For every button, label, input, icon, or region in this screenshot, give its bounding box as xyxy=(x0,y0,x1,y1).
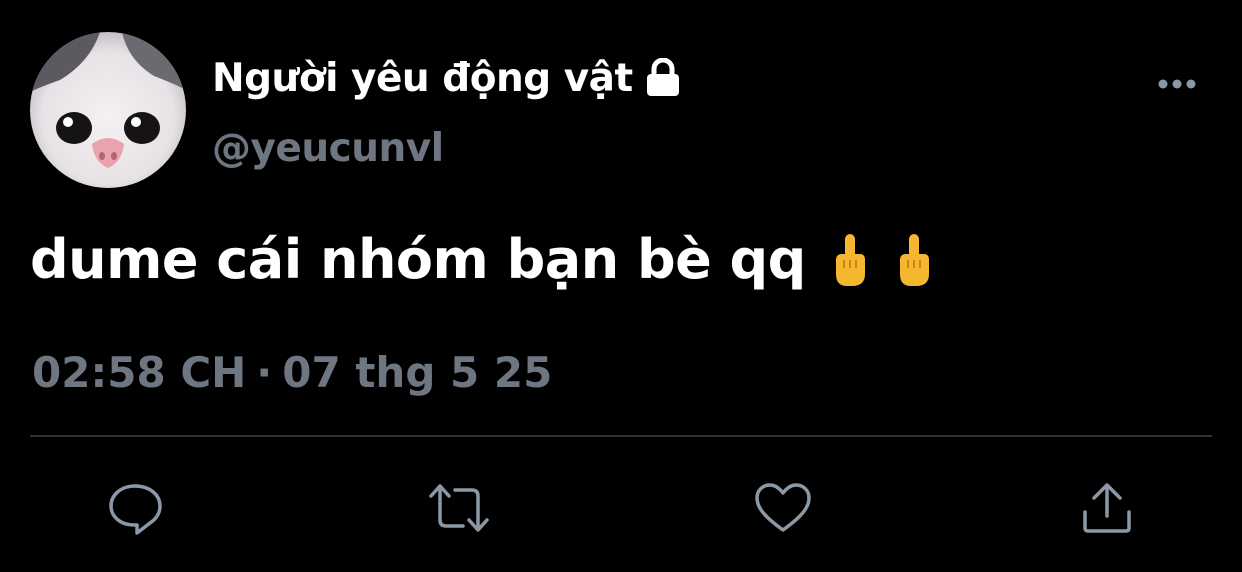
reply-button[interactable] xyxy=(103,478,167,538)
avatar[interactable] xyxy=(30,32,186,188)
time-text: 02:58 CH xyxy=(32,348,247,397)
retweet-icon xyxy=(429,484,489,532)
middle-finger-emoji-icon xyxy=(832,230,868,290)
date-text: 07 thg 5 25 xyxy=(282,348,553,397)
tweet-text: dume cái nhóm bạn bè qq xyxy=(30,228,932,291)
like-button[interactable] xyxy=(751,478,815,538)
cat-avatar-icon xyxy=(30,32,186,188)
more-options-icon[interactable] xyxy=(1156,70,1200,98)
tweet-text-body: dume cái nhóm bạn bè qq xyxy=(30,228,806,291)
display-name[interactable]: Người yêu động vật xyxy=(212,56,633,101)
reply-icon xyxy=(109,484,162,535)
retweet-button[interactable] xyxy=(427,478,491,538)
user-handle[interactable]: @yeucunvl xyxy=(212,126,444,171)
timestamp[interactable]: 02:58 CH · 07 thg 5 25 xyxy=(32,348,552,397)
middle-finger-emoji-icon xyxy=(896,230,932,290)
share-button[interactable] xyxy=(1075,478,1139,538)
lock-icon xyxy=(645,57,681,98)
display-name-row: Người yêu động vật xyxy=(212,52,681,104)
heart-icon xyxy=(755,483,811,532)
tweet-card: Người yêu động vật @yeucunvl dume cái nh… xyxy=(0,0,1242,572)
separator-dot: · xyxy=(256,348,273,397)
share-icon xyxy=(1083,483,1131,533)
divider xyxy=(30,435,1212,437)
